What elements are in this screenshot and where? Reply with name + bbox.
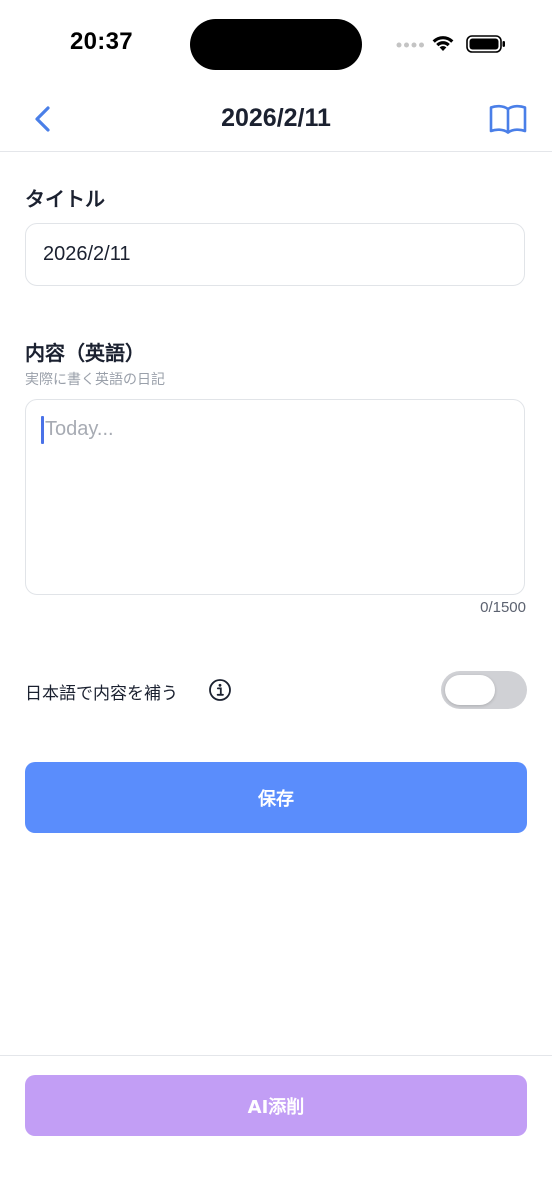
japanese-supplement-toggle[interactable] bbox=[441, 671, 527, 709]
save-button[interactable]: 保存 bbox=[25, 762, 527, 833]
content-placeholder: Today... bbox=[45, 418, 114, 440]
status-bar: 20:37 bbox=[0, 0, 552, 88]
open-book-icon bbox=[489, 104, 527, 134]
japanese-supplement-label: 日本語で内容を補う bbox=[25, 684, 178, 704]
page-title: 2026/2/11 bbox=[221, 104, 331, 132]
title-label: タイトル bbox=[25, 187, 105, 211]
info-circle-icon[interactable] bbox=[208, 678, 232, 702]
bottom-divider bbox=[0, 1055, 552, 1056]
wifi-icon bbox=[432, 36, 454, 51]
cellular-signal-icon bbox=[396, 42, 424, 48]
title-input[interactable] bbox=[25, 223, 525, 286]
ai-correction-button[interactable]: AI添削 bbox=[25, 1075, 527, 1136]
battery-icon bbox=[466, 35, 505, 53]
content-label: 内容（英語） bbox=[25, 341, 145, 365]
content-sublabel: 実際に書く英語の日記 bbox=[25, 372, 165, 388]
dynamic-island bbox=[190, 19, 362, 70]
nav-bar: 2026/2/11 bbox=[0, 88, 552, 152]
content-textarea[interactable]: Today... bbox=[25, 399, 525, 595]
status-time: 20:37 bbox=[70, 28, 133, 55]
text-cursor bbox=[41, 416, 44, 444]
character-counter: 0/1500 bbox=[480, 599, 526, 616]
toggle-knob bbox=[445, 675, 495, 705]
dictionary-button[interactable] bbox=[488, 102, 528, 136]
